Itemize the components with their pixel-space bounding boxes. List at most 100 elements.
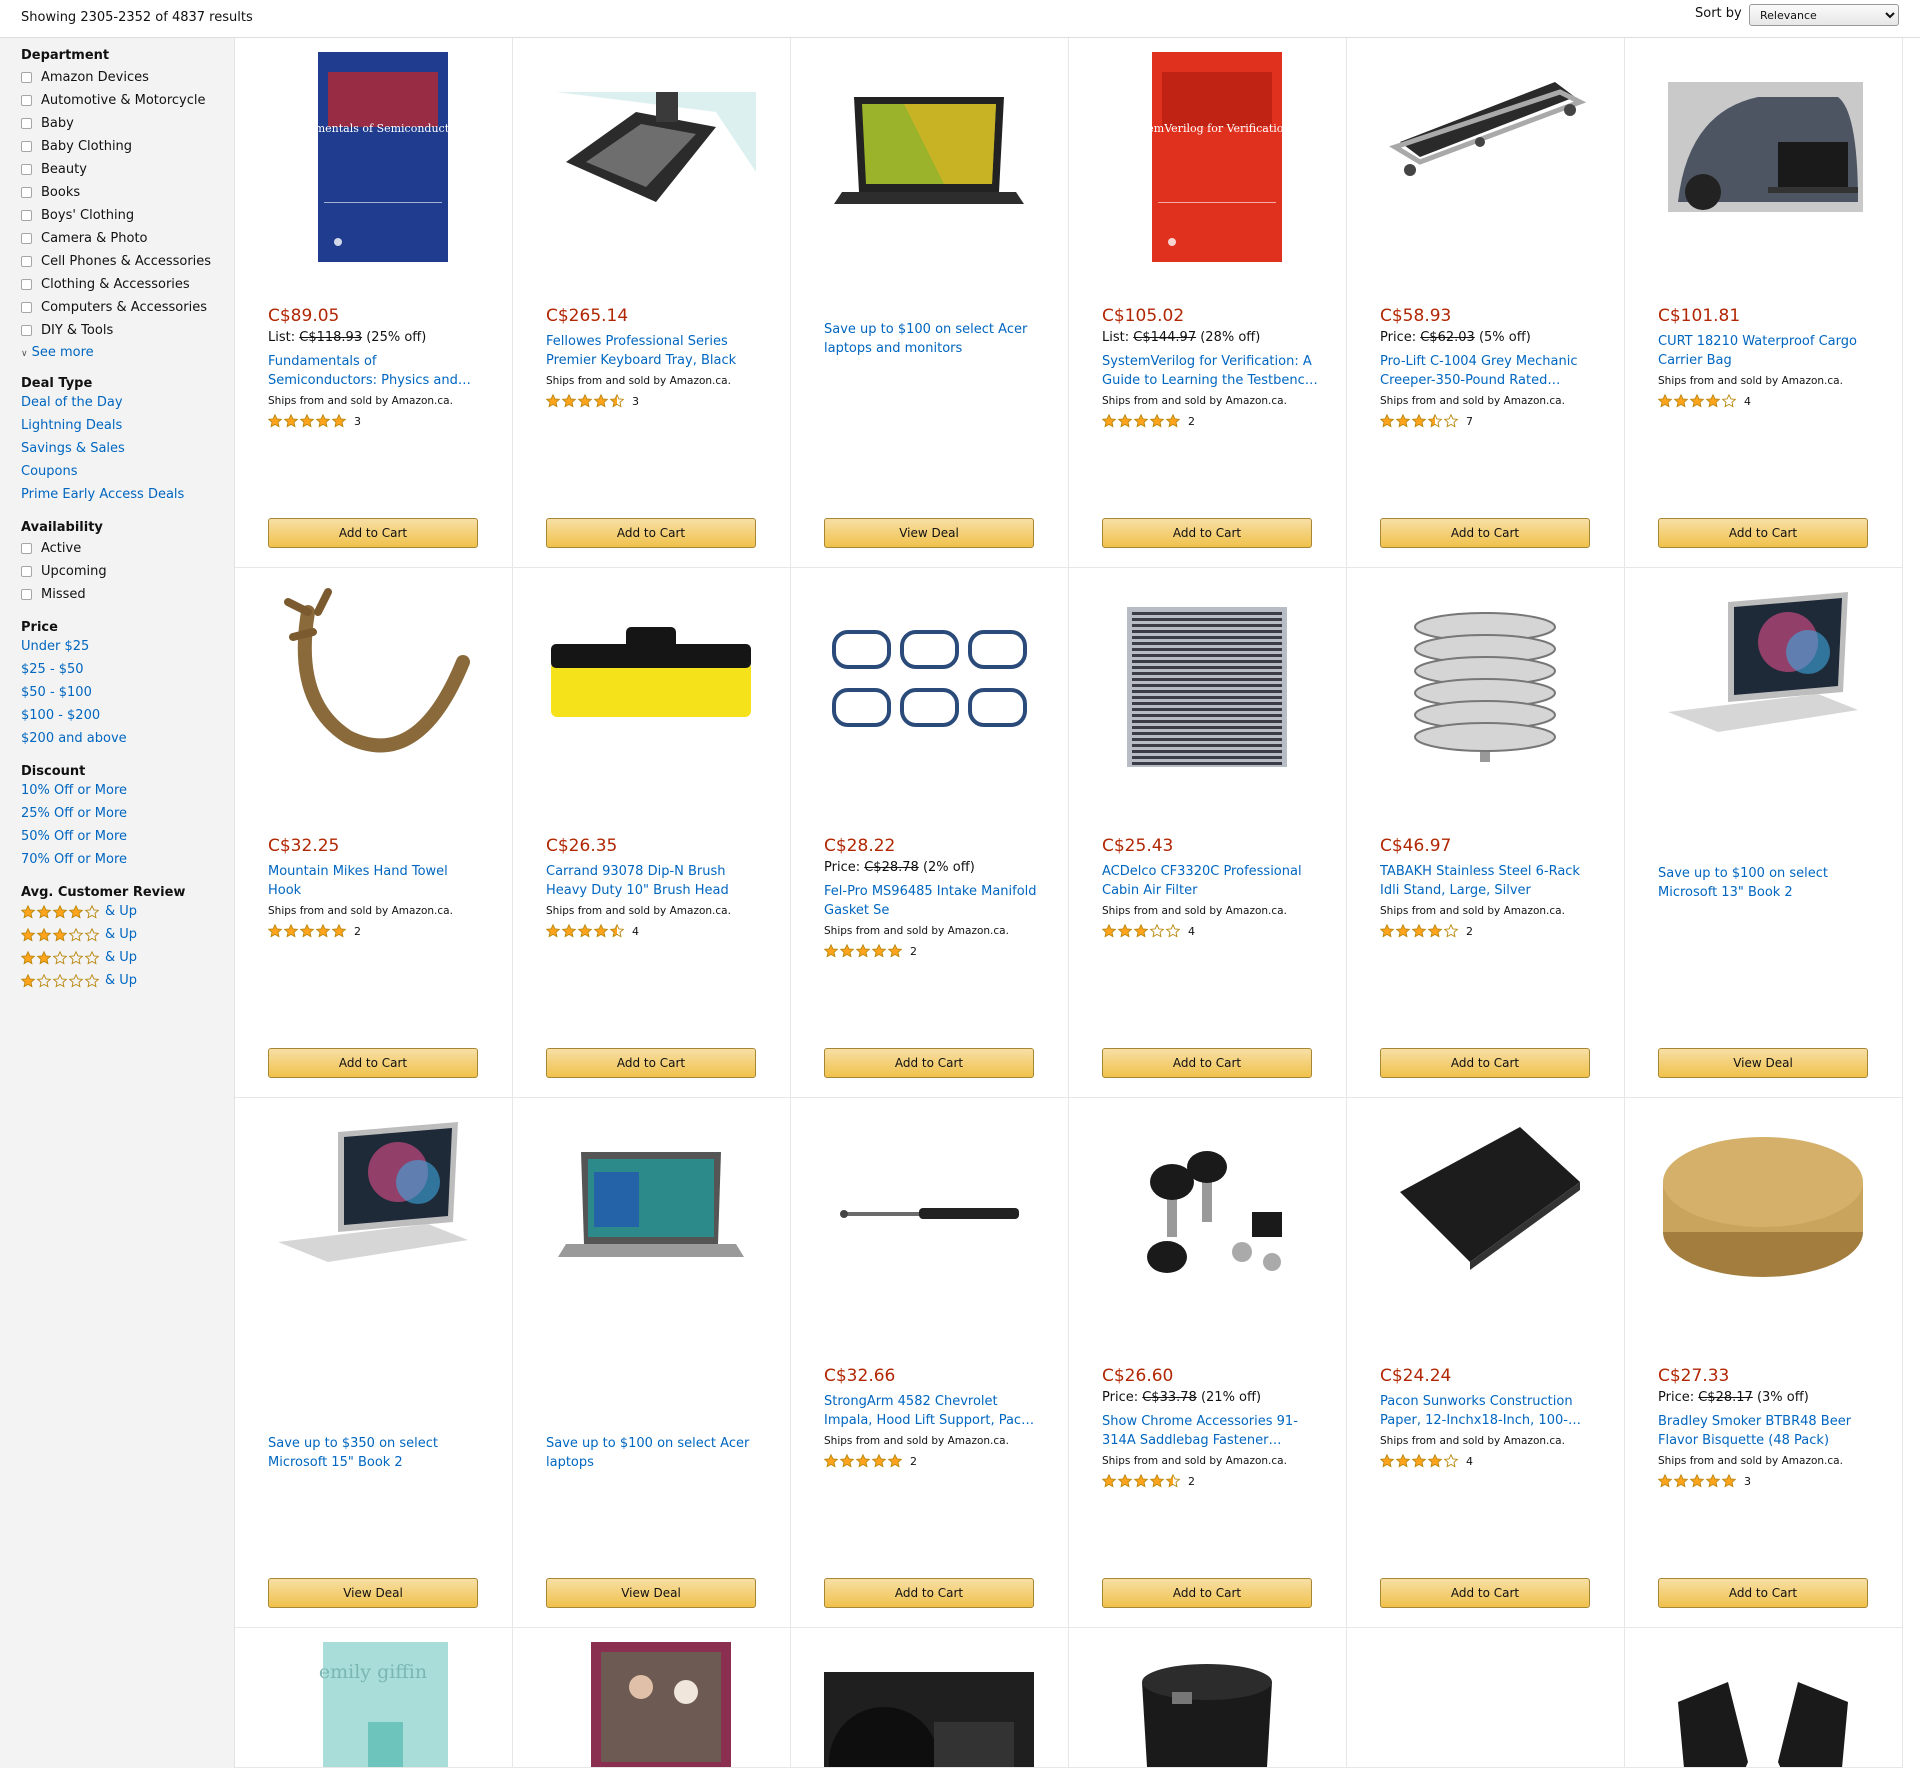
product-image-link[interactable]: [1380, 52, 1590, 262]
mud-flaps-product-image[interactable]: [1658, 1642, 1868, 1768]
product-title-link[interactable]: Fel-Pro MS96485 Intake Manifold Gasket S…: [824, 882, 1040, 920]
add-to-cart-button[interactable]: Add to Cart: [1380, 1048, 1590, 1078]
checkbox[interactable]: [21, 278, 32, 290]
department-filter-item[interactable]: Computers & Accessories: [21, 298, 207, 316]
antler-hook-product-image[interactable]: [268, 582, 478, 792]
add-to-cart-button[interactable]: Add to Cart: [1658, 518, 1868, 548]
add-to-cart-button[interactable]: Add to Cart: [268, 1048, 478, 1078]
product-rating[interactable]: 2: [268, 924, 484, 938]
add-to-cart-button[interactable]: Add to Cart: [1380, 1578, 1590, 1608]
product-image-link[interactable]: [824, 1642, 1034, 1767]
checkbox[interactable]: [21, 565, 32, 577]
product-title-link[interactable]: Mountain Mikes Hand Towel Hook: [268, 862, 484, 900]
deal-type-link[interactable]: Lightning Deals: [21, 418, 122, 433]
product-rating[interactable]: 4: [1102, 924, 1318, 938]
department-filter-item[interactable]: Books: [21, 183, 80, 201]
deal-type-link[interactable]: Deal of the Day: [21, 395, 123, 410]
product-rating[interactable]: 4: [1380, 1454, 1596, 1468]
surface-book-product-image[interactable]: [1658, 582, 1868, 792]
checkbox[interactable]: [21, 301, 32, 313]
add-to-cart-button[interactable]: Add to Cart: [824, 1048, 1034, 1078]
deal-title-link[interactable]: Save up to $350 on select Microsoft 15" …: [268, 1434, 484, 1472]
checkbox[interactable]: [21, 140, 32, 152]
add-to-cart-button[interactable]: Add to Cart: [546, 518, 756, 548]
laptop-silver-product-image[interactable]: [546, 1112, 756, 1322]
price-range-link[interactable]: Under $25: [21, 639, 89, 654]
product-rating[interactable]: 2: [824, 1454, 1040, 1468]
product-rating[interactable]: 3: [268, 414, 484, 428]
checkbox[interactable]: [21, 117, 32, 129]
book-cover-product-image[interactable]: SystemVerilog for Verification: [1102, 52, 1312, 262]
keyboard-tray-product-image[interactable]: [546, 52, 756, 262]
idli-stand-product-image[interactable]: [1380, 582, 1590, 792]
checkbox[interactable]: [21, 186, 32, 198]
product-rating[interactable]: 7: [1380, 414, 1596, 428]
product-title-link[interactable]: Fundamentals of Semiconductors: Physics …: [268, 352, 484, 390]
availability-filter-item[interactable]: Upcoming: [21, 562, 107, 580]
book-cover-product-image[interactable]: Fundamentals of Semiconductors: [268, 52, 478, 262]
lift-support-product-image[interactable]: [824, 1112, 1034, 1322]
availability-filter-item[interactable]: Missed: [21, 585, 86, 603]
product-rating[interactable]: 4: [1658, 394, 1874, 408]
product-image-link[interactable]: [824, 582, 1034, 792]
department-filter-item[interactable]: Clothing & Accessories: [21, 275, 190, 293]
customer-review-filter[interactable]: & Up: [21, 950, 137, 965]
sort-select[interactable]: Relevance: [1749, 4, 1899, 26]
product-image-link[interactable]: [1380, 1112, 1590, 1322]
product-image-link[interactable]: [546, 1642, 756, 1768]
product-rating[interactable]: 3: [546, 394, 762, 408]
product-image-link[interactable]: emily giffin: [268, 1642, 478, 1767]
discount-link[interactable]: 25% Off or More: [21, 806, 127, 821]
fastener-kit-product-image[interactable]: [1102, 1112, 1312, 1322]
product-image-link[interactable]: [1658, 1642, 1868, 1768]
product-image-link[interactable]: [1380, 582, 1590, 792]
deal-title-link[interactable]: Save up to $100 on select Acer laptops: [546, 1434, 762, 1472]
product-image-link[interactable]: [1658, 1112, 1868, 1322]
discount-link[interactable]: 10% Off or More: [21, 783, 127, 798]
cargo-bag-product-image[interactable]: [1658, 52, 1868, 262]
product-title-link[interactable]: TABAKH Stainless Steel 6-Rack Idli Stand…: [1380, 862, 1596, 900]
add-to-cart-button[interactable]: Add to Cart: [1102, 1048, 1312, 1078]
product-image-link[interactable]: [546, 582, 756, 792]
product-image-link[interactable]: [1658, 582, 1868, 792]
availability-filter-item[interactable]: Active: [21, 539, 81, 557]
see-more-link[interactable]: ∨ See more: [21, 345, 94, 360]
view-deal-button[interactable]: View Deal: [1658, 1048, 1868, 1078]
department-filter-item[interactable]: Cell Phones & Accessories: [21, 252, 211, 270]
add-to-cart-button[interactable]: Add to Cart: [268, 518, 478, 548]
product-title-link[interactable]: Pacon Sunworks Construction Paper, 12-In…: [1380, 1392, 1596, 1430]
brush-head-product-image[interactable]: [546, 582, 756, 792]
product-title-link[interactable]: Fellowes Professional Series Premier Key…: [546, 332, 762, 370]
product-image-link[interactable]: [546, 52, 756, 262]
product-image-link[interactable]: [1102, 582, 1312, 792]
product-rating[interactable]: 2: [1380, 924, 1596, 938]
checkbox[interactable]: [21, 163, 32, 175]
bin-product-image[interactable]: [1102, 1642, 1312, 1768]
deal-type-link[interactable]: Savings & Sales: [21, 441, 125, 456]
product-rating[interactable]: 2: [1102, 414, 1318, 428]
product-rating[interactable]: 2: [824, 944, 1040, 958]
discount-link[interactable]: 70% Off or More: [21, 852, 127, 867]
department-filter-item[interactable]: DIY & Tools: [21, 321, 113, 339]
product-title-link[interactable]: SystemVerilog for Verification: A Guide …: [1102, 352, 1318, 390]
view-deal-button[interactable]: View Deal: [546, 1578, 756, 1608]
bisquette-product-image[interactable]: [1658, 1112, 1868, 1322]
checkbox[interactable]: [21, 324, 32, 336]
surface-book-product-image[interactable]: [268, 1112, 478, 1322]
product-title-link[interactable]: CURT 18210 Waterproof Cargo Carrier Bag: [1658, 332, 1874, 370]
add-to-cart-button[interactable]: Add to Cart: [546, 1048, 756, 1078]
product-title-link[interactable]: Bradley Smoker BTBR48 Beer Flavor Bisque…: [1658, 1412, 1874, 1450]
price-range-link[interactable]: $50 - $100: [21, 685, 92, 700]
deal-title-link[interactable]: Save up to $100 on select Acer laptops a…: [824, 320, 1040, 358]
price-range-link[interactable]: $25 - $50: [21, 662, 84, 677]
product-title-link[interactable]: Carrand 93078 Dip-N Brush Heavy Duty 10"…: [546, 862, 762, 900]
department-filter-item[interactable]: Beauty: [21, 160, 87, 178]
product-rating[interactable]: 3: [1658, 1474, 1874, 1488]
customer-review-filter[interactable]: & Up: [21, 973, 137, 988]
customer-review-filter[interactable]: & Up: [21, 927, 137, 942]
book-midwife-product-image[interactable]: [546, 1642, 756, 1768]
creeper-product-image[interactable]: [1380, 52, 1590, 262]
product-image-link[interactable]: [1102, 1112, 1312, 1322]
department-filter-item[interactable]: Amazon Devices: [21, 68, 149, 86]
product-title-link[interactable]: StrongArm 4582 Chevrolet Impala, Hood Li…: [824, 1392, 1040, 1430]
